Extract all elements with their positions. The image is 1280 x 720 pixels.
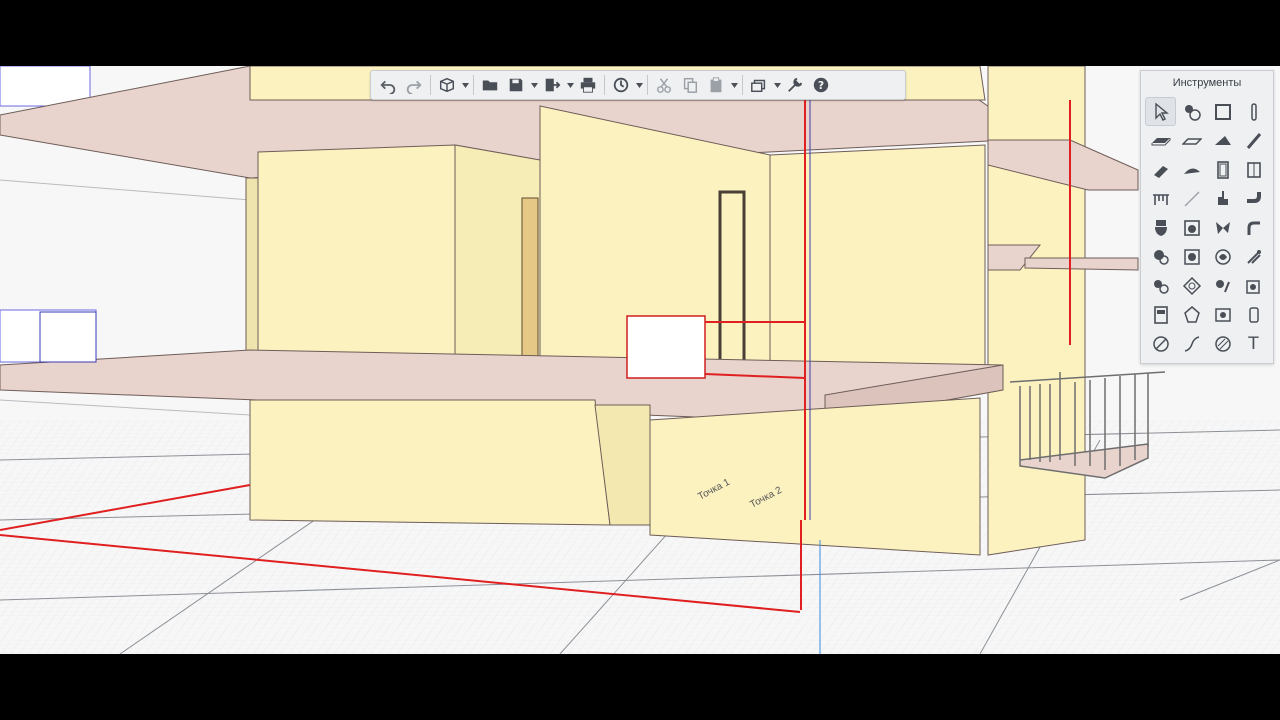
redo-icon[interactable] <box>401 73 427 97</box>
view-3d-dropdown-icon[interactable] <box>460 73 470 97</box>
switch-icon[interactable] <box>1239 301 1268 328</box>
help-icon[interactable]: ? <box>808 73 834 97</box>
3d-viewport[interactable]: Точка 1 Точка 2 <box>0 66 1280 654</box>
toolbar-separator <box>647 75 648 95</box>
ramp-icon[interactable] <box>1177 156 1206 183</box>
socket-icon[interactable] <box>1239 272 1268 299</box>
save-dropdown-icon[interactable] <box>529 73 539 97</box>
panel-icon[interactable] <box>1146 301 1175 328</box>
paste-icon[interactable] <box>703 73 729 97</box>
copy-icon[interactable] <box>677 73 703 97</box>
sync-dropdown-icon[interactable] <box>634 73 644 97</box>
column-icon[interactable] <box>1239 98 1268 125</box>
door-icon[interactable] <box>1208 156 1237 183</box>
layers-icon[interactable] <box>746 73 772 97</box>
cable-icon[interactable] <box>1208 272 1237 299</box>
fire-icon[interactable] <box>1146 243 1175 270</box>
sprinkler-icon[interactable] <box>1208 243 1237 270</box>
text-tool-glyph: T <box>1248 333 1259 354</box>
toolbar-separator <box>604 75 605 95</box>
sensor-icon[interactable] <box>1208 301 1237 328</box>
print-icon[interactable] <box>575 73 601 97</box>
toolbar-separator <box>473 75 474 95</box>
dimension-icon[interactable] <box>1146 330 1175 357</box>
polyline-icon[interactable] <box>1177 330 1206 357</box>
paste-dropdown-icon[interactable] <box>729 73 739 97</box>
settings-wrench-icon[interactable] <box>782 73 808 97</box>
export-icon[interactable] <box>539 73 565 97</box>
door-left[interactable] <box>521 197 539 361</box>
lamp-icon[interactable] <box>1177 272 1206 299</box>
pipe-bend-icon[interactable] <box>1239 185 1268 212</box>
cut-icon[interactable] <box>651 73 677 97</box>
view-3d-icon[interactable] <box>434 73 460 97</box>
ground-wall-left[interactable] <box>249 399 611 526</box>
wall-edge-left[interactable] <box>245 177 259 363</box>
toolbar-separator <box>742 75 743 95</box>
text-icon[interactable]: T <box>1239 330 1268 357</box>
duct-icon[interactable] <box>1146 272 1175 299</box>
export-dropdown-icon[interactable] <box>565 73 575 97</box>
open-folder-icon[interactable] <box>477 73 503 97</box>
select-arrow-icon[interactable] <box>1145 97 1176 126</box>
letterbox-bottom <box>0 654 1280 720</box>
door-right[interactable] <box>718 190 746 364</box>
tools-palette-title: Инструменты <box>1172 77 1242 89</box>
slab-icon[interactable] <box>1146 127 1175 154</box>
pipe-fitting-icon[interactable] <box>1239 214 1268 241</box>
tools-palette: Инструменты T <box>1140 70 1274 364</box>
radiator[interactable] <box>626 315 706 379</box>
beam-icon[interactable] <box>1239 127 1268 154</box>
stair-icon[interactable] <box>1146 156 1175 183</box>
faucet-icon[interactable] <box>1208 185 1237 212</box>
sync-icon[interactable] <box>608 73 634 97</box>
undo-icon[interactable] <box>375 73 401 97</box>
annotation-icon[interactable] <box>1177 98 1206 125</box>
device-icon[interactable] <box>1177 301 1206 328</box>
line-icon[interactable] <box>1177 185 1206 212</box>
room-wall-right[interactable] <box>769 144 986 371</box>
roof-icon[interactable] <box>1208 127 1237 154</box>
left-device[interactable] <box>39 311 97 363</box>
floor-slab-icon[interactable] <box>1177 127 1206 154</box>
wall-rect-icon[interactable] <box>1208 98 1237 125</box>
building-model-3d-view[interactable]: Точка 1 Точка 2 <box>0 66 1280 654</box>
valve-icon[interactable] <box>1177 243 1206 270</box>
fan-icon[interactable] <box>1208 214 1237 241</box>
hatch-icon[interactable] <box>1208 330 1237 357</box>
washer-icon[interactable] <box>1177 214 1206 241</box>
toilet-icon[interactable] <box>1146 214 1175 241</box>
pump-icon[interactable] <box>1239 243 1268 270</box>
table-icon[interactable] <box>1146 185 1175 212</box>
tools-grid: T <box>1145 97 1270 359</box>
letterbox-top <box>0 0 1280 66</box>
toolbar-separator <box>430 75 431 95</box>
ground-wall-right[interactable] <box>649 397 981 556</box>
save-icon[interactable] <box>503 73 529 97</box>
right-wing-balcony-top[interactable] <box>1024 257 1139 271</box>
window-icon[interactable] <box>1239 156 1268 183</box>
svg-text:?: ? <box>818 79 824 92</box>
layers-dropdown-icon[interactable] <box>772 73 782 97</box>
main-toolbar: ? <box>370 70 906 100</box>
